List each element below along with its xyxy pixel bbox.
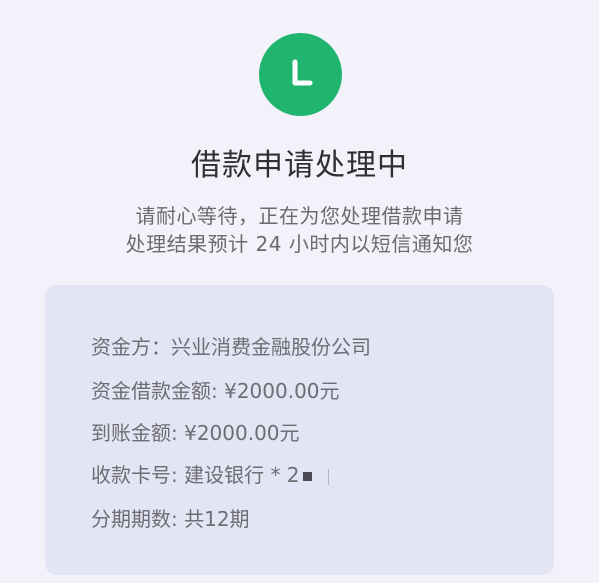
- lender-row: 资金方：兴业消费金融股份公司: [91, 335, 371, 359]
- received-amount-row: 到账金额: ¥2000.00元: [91, 421, 300, 445]
- card-number-row: 收款卡号: 建设银行 * 2: [91, 461, 329, 489]
- redaction-mask: [302, 472, 312, 481]
- subtitle-line-2: 处理结果预计 24 小时内以短信通知您: [125, 232, 474, 256]
- installments-row: 分期期数: 共12期: [91, 507, 250, 531]
- loan-amount-row: 资金借款金额: ¥2000.00元: [91, 379, 340, 403]
- card-number-text: 收款卡号: 建设银行 * 2: [91, 463, 300, 487]
- subtitle-line-1: 请耐心等待，正在为您处理借款申请: [135, 204, 464, 228]
- text-cursor: [327, 468, 329, 485]
- clock-icon: [259, 33, 342, 116]
- loan-details-card: 资金方：兴业消费金融股份公司 资金借款金额: ¥2000.00元 到账金额: ¥…: [45, 285, 554, 575]
- page-title: 借款申请处理中: [191, 148, 408, 183]
